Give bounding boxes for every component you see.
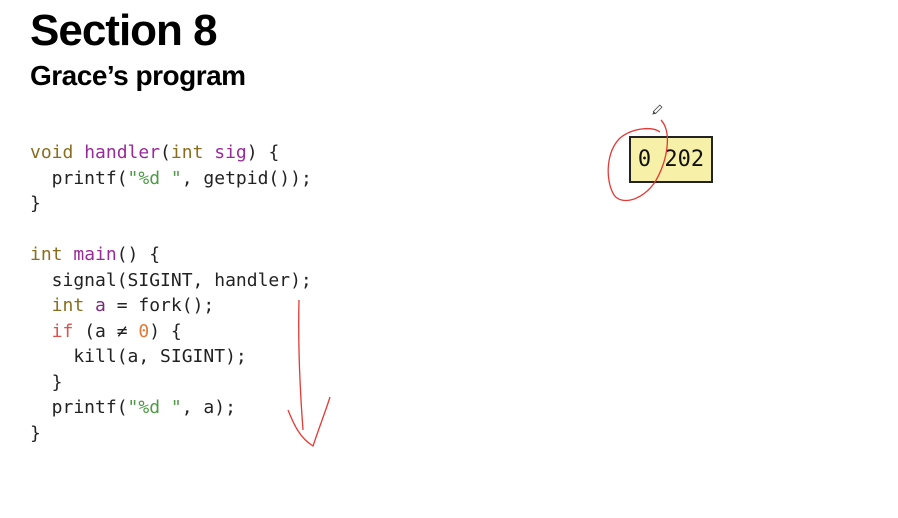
annotation-circle (607, 119, 668, 202)
annotation-down-arrow (287, 299, 331, 447)
annotation-layer (287, 104, 668, 447)
pencil-cursor-icon (652, 104, 663, 115)
